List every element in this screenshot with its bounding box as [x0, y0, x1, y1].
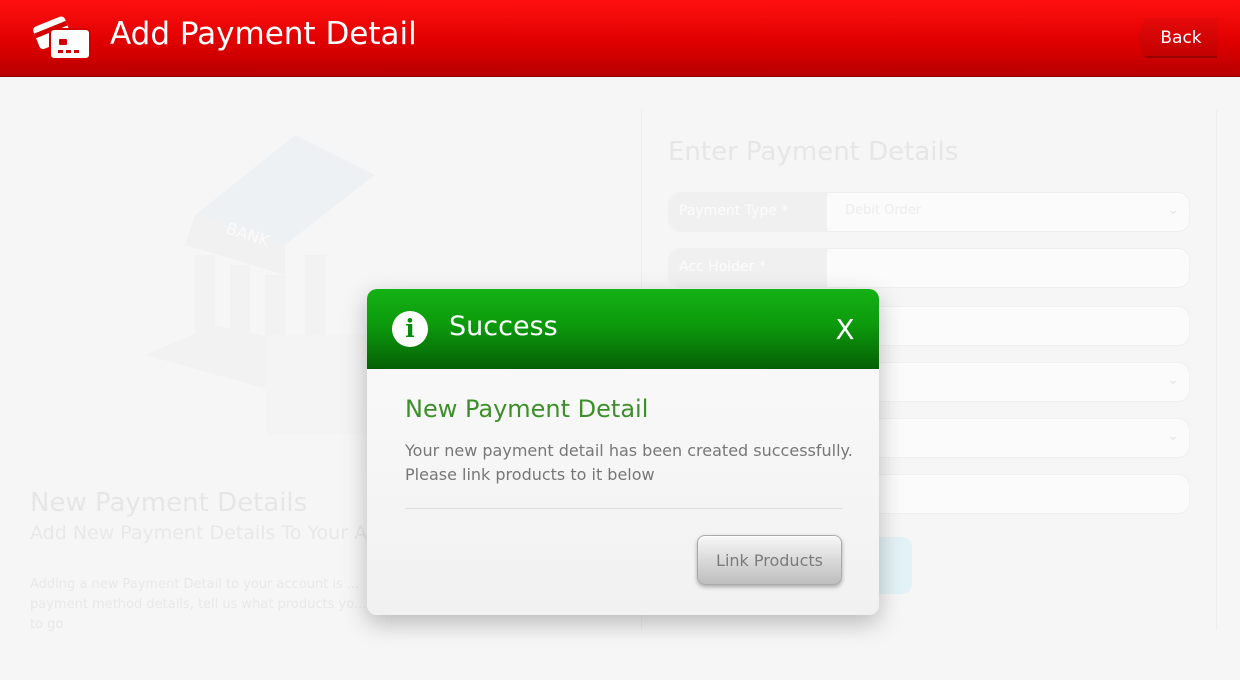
- left-subheading: Add New Payment Details To Your Ac: [30, 522, 378, 544]
- left-heading: New Payment Details: [30, 488, 308, 518]
- close-button[interactable]: X: [833, 313, 857, 346]
- modal-title: Success: [449, 311, 558, 342]
- chevron-down-icon: ⌄: [1167, 372, 1179, 388]
- bank-illustration: BANK: [145, 135, 395, 435]
- app-header: Add Payment Detail Back: [0, 0, 1240, 77]
- modal-heading: New Payment Detail: [405, 395, 649, 423]
- chevron-down-icon: ⌄: [1167, 428, 1179, 444]
- info-icon: i: [392, 311, 428, 347]
- message-line-2: Please link products to it below: [405, 465, 655, 484]
- back-button[interactable]: Back: [1137, 18, 1217, 58]
- form-heading: Enter Payment Details: [668, 137, 959, 167]
- divider: [405, 508, 842, 509]
- success-modal: i Success X New Payment Detail Your new …: [367, 289, 879, 615]
- payment-type-field[interactable]: Payment Type * Debit Order ⌄: [668, 192, 1190, 232]
- link-products-button[interactable]: Link Products: [697, 535, 842, 585]
- modal-header: i Success X: [367, 289, 879, 369]
- page-title: Add Payment Detail: [110, 16, 417, 52]
- chevron-down-icon: ⌄: [1167, 202, 1179, 218]
- modal-message: Your new payment detail has been created…: [405, 439, 855, 487]
- left-description: Adding a new Payment Detail to your acco…: [30, 577, 367, 632]
- field-value: Debit Order: [845, 203, 922, 218]
- acc-holder-field[interactable]: Acc Holder *: [668, 248, 1190, 288]
- message-line-1: Your new payment detail has been created…: [405, 441, 853, 460]
- field-label: Payment Type *: [669, 193, 827, 231]
- credit-cards-icon: [33, 16, 91, 60]
- field-label: Acc Holder *: [669, 249, 827, 287]
